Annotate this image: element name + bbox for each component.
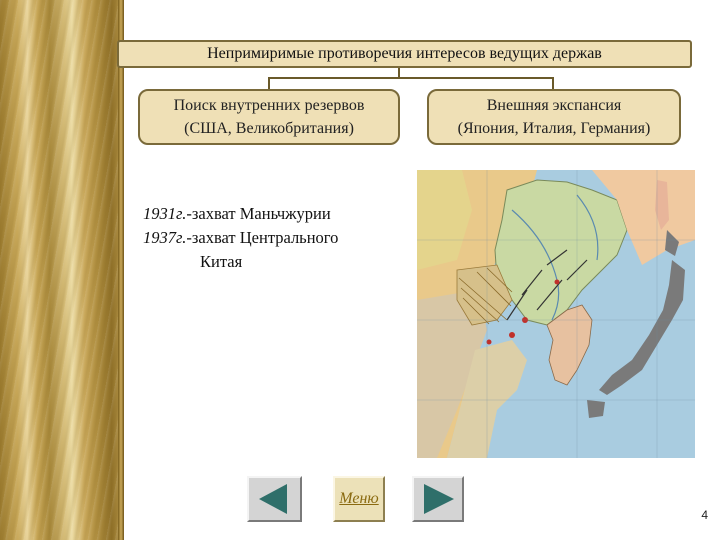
external-expansion-line2: (Япония, Италия, Германия)	[457, 120, 651, 137]
left-arrow-icon	[259, 484, 287, 514]
events-list: 1931г.-захват Маньчжурии 1937г.-захват Ц…	[143, 202, 338, 274]
title-text: Непримиримые противоречия интересов веду…	[207, 45, 602, 62]
menu-label[interactable]: Меню	[339, 490, 378, 508]
next-slide-button[interactable]	[412, 476, 464, 522]
decorative-gold-band	[0, 0, 124, 540]
event-1937-continued: Китая	[200, 252, 243, 271]
connector-left-drop	[268, 77, 270, 89]
external-expansion-box: Внешняя экспансия (Япония, Италия, Герма…	[427, 89, 681, 145]
internal-reserves-box: Поиск внутренних резервов (США, Великобр…	[138, 89, 400, 145]
right-arrow-icon	[424, 484, 454, 514]
band-edge-line	[118, 0, 124, 540]
external-expansion-line1: Внешняя экспансия	[486, 97, 622, 114]
connector-right-drop	[552, 77, 554, 89]
event-1937: 1937г.-захват Центрального	[143, 228, 339, 247]
connector-horizontal	[268, 77, 554, 79]
internal-reserves-line1: Поиск внутренних резервов	[173, 97, 365, 114]
event-1931: 1931г.-захват Маньчжурии	[143, 204, 331, 223]
menu-button[interactable]: Меню	[333, 476, 385, 522]
prev-slide-button[interactable]	[247, 476, 302, 522]
internal-reserves-line2: (США, Великобритания)	[184, 120, 354, 137]
map-of-manchuria-and-japan	[417, 170, 695, 458]
title-box: Непримиримые противоречия интересов веду…	[117, 40, 692, 68]
page-number: 4	[701, 508, 708, 522]
